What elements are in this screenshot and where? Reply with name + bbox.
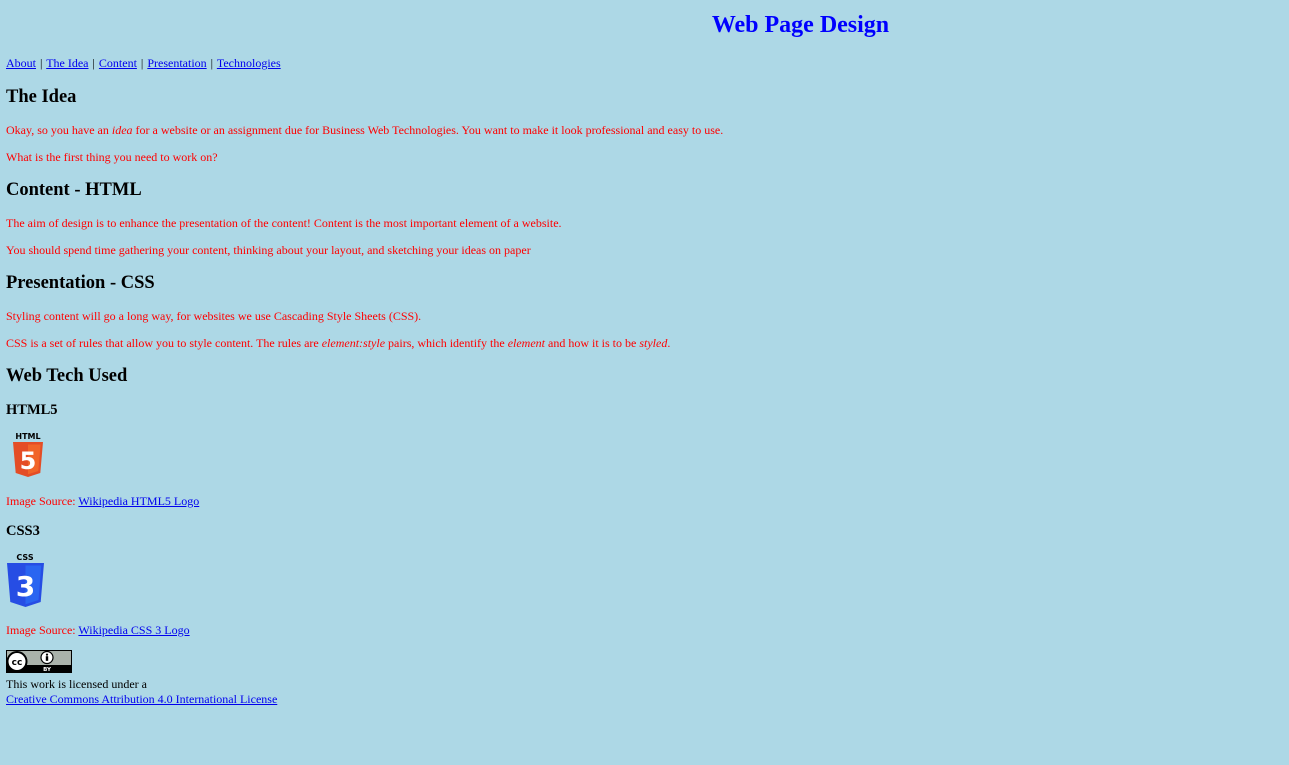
css3-logo-icon: CSS 3 <box>7 553 44 607</box>
html5-logo-label: HTML <box>15 432 40 441</box>
text-span: Okay, so you have an <box>6 123 112 137</box>
subheading-html5: HTML5 <box>6 402 58 418</box>
emphasis: idea <box>111 123 133 137</box>
section-heading-presentation: Presentation - CSS <box>6 273 155 293</box>
text-span: for a website or an assignment due for B… <box>132 123 724 137</box>
html5-source-link[interactable]: Wikipedia HTML5 Logo <box>78 494 199 508</box>
svg-text:cc: cc <box>12 658 23 668</box>
nav-link-content[interactable]: Content <box>99 56 137 70</box>
emphasis: styled <box>639 336 668 350</box>
text-span: and how it is to be <box>545 336 640 350</box>
idea-paragraph-1: Okay, so you have an idea for a website … <box>6 123 723 138</box>
emphasis: element:style <box>321 336 386 350</box>
text-span: pairs, which identify the <box>385 336 508 350</box>
license-link[interactable]: Creative Commons Attribution 4.0 Interna… <box>6 692 277 706</box>
nav-link-technologies[interactable]: Technologies <box>217 56 281 70</box>
section-heading-web-tech: Web Tech Used <box>6 366 128 386</box>
presentation-paragraph-1: Styling content will go a long way, for … <box>6 309 422 323</box>
license-text: This work is licensed under a <box>6 677 147 691</box>
page-title: Web Page Design <box>711 12 890 38</box>
nav-link-presentation[interactable]: Presentation <box>147 56 206 70</box>
nav-link-about[interactable]: About <box>6 56 36 70</box>
css3-image-source: Image Source: Wikipedia CSS 3 Logo <box>6 623 190 638</box>
nav-separator: | <box>40 56 43 70</box>
html5-logo-digit: 5 <box>20 447 37 475</box>
nav-separator: | <box>210 56 214 70</box>
css3-logo-label: CSS <box>16 553 33 562</box>
svg-text:BY: BY <box>43 667 52 673</box>
cc-by-license-icon[interactable]: cc BY <box>6 650 72 673</box>
license-notice: This work is licensed under a Creative C… <box>6 677 277 707</box>
content-paragraph-1: The aim of design is to enhance the pres… <box>6 216 562 230</box>
html5-image-source: Image Source: Wikipedia HTML5 Logo <box>6 494 199 509</box>
content-paragraph-2: You should spend time gathering your con… <box>6 243 531 257</box>
nav-separator: | <box>92 56 95 70</box>
text-span: CSS is a set of rules that allow you to … <box>6 336 322 350</box>
css3-logo-digit: 3 <box>16 570 35 603</box>
subheading-css3: CSS3 <box>6 523 40 539</box>
section-heading-content: Content - HTML <box>6 180 142 200</box>
emphasis: element <box>507 336 545 350</box>
source-label: Image Source: <box>6 494 79 508</box>
nav-separator: | <box>140 56 144 70</box>
css3-source-link[interactable]: Wikipedia CSS 3 Logo <box>78 623 189 637</box>
text-span: . <box>667 336 671 350</box>
nav-link-the-idea[interactable]: The Idea <box>46 56 88 70</box>
html5-logo-icon: HTML 5 <box>13 432 43 477</box>
idea-paragraph-2: What is the first thing you need to work… <box>6 150 218 164</box>
nav-bar: About | The Idea | Content | Presentatio… <box>6 56 281 71</box>
section-heading-idea: The Idea <box>6 87 77 107</box>
presentation-paragraph-2: CSS is a set of rules that allow you to … <box>6 336 670 351</box>
source-label: Image Source: <box>6 623 79 637</box>
